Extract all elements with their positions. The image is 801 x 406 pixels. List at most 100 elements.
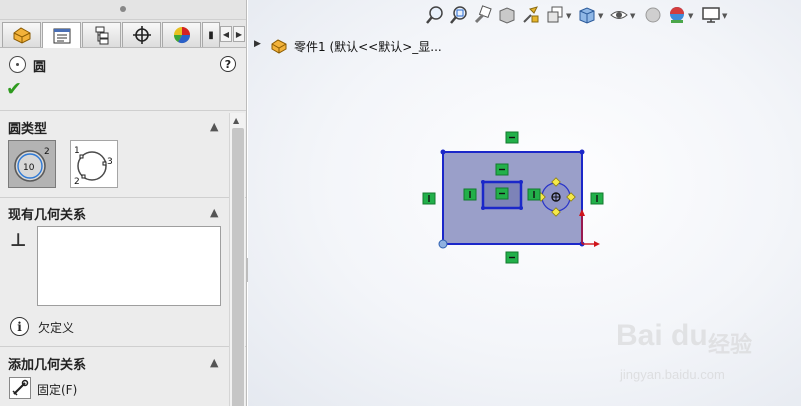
center-circle-icon: 10 2 xyxy=(14,147,50,182)
chevron-down-icon[interactable]: ▼ xyxy=(688,12,693,20)
view-settings-icon xyxy=(702,7,720,23)
edit-appearance-button[interactable] xyxy=(642,3,664,27)
previous-view-icon xyxy=(474,5,492,24)
panel-scrollbar[interactable]: ▲ xyxy=(229,113,245,406)
relation-vertical-icon[interactable] xyxy=(463,188,477,201)
display-pie-icon xyxy=(173,27,190,44)
view-orientation-button[interactable] xyxy=(544,3,566,27)
section-view-button[interactable] xyxy=(496,3,518,27)
crosshair-icon xyxy=(132,26,151,44)
sketch-point[interactable] xyxy=(481,206,485,210)
group-add-relations-header[interactable]: 添加几何关系 ▲ xyxy=(0,350,228,374)
view-settings-button[interactable] xyxy=(700,3,722,27)
info-icon: i xyxy=(10,317,29,336)
relation-horizontal-icon[interactable] xyxy=(495,163,509,176)
definition-status: 欠定义 xyxy=(38,321,75,335)
scroll-up-icon: ▲ xyxy=(233,116,240,125)
apply-scene-button[interactable] xyxy=(666,3,688,27)
zoom-to-fit-button[interactable] xyxy=(424,3,446,27)
chevron-down-icon[interactable]: ▼ xyxy=(598,12,603,20)
manager-tabs: ▮ ◀ ▶ xyxy=(0,20,246,48)
circle-feature-icon xyxy=(9,56,26,73)
relation-vertical-icon[interactable] xyxy=(527,188,541,201)
center-circle-label-a: 10 xyxy=(23,163,35,173)
anchor-fix-icon xyxy=(12,379,29,396)
dynamic-annotation-icon xyxy=(523,6,539,23)
fix-relation-icon[interactable] xyxy=(9,377,31,399)
relation-horizontal-icon[interactable] xyxy=(495,187,509,200)
tab-overflow[interactable]: ▮ xyxy=(202,22,220,47)
sketch-origin-icon xyxy=(579,209,600,247)
ok-check-icon[interactable]: ✔ xyxy=(6,79,22,99)
chevron-right-icon: ▶ xyxy=(235,29,243,39)
hide-show-button[interactable] xyxy=(608,3,630,27)
configuration-icon xyxy=(95,26,108,45)
part-name: 零件1 (默认<<默认>_显... xyxy=(294,40,442,54)
feature-title: 圆 xyxy=(33,60,47,75)
tab-display-manager[interactable] xyxy=(162,22,201,47)
tab-property-manager[interactable] xyxy=(42,22,81,48)
perimeter-label-2: 2 xyxy=(74,177,80,186)
watermark-url: jingyan.baidu.com xyxy=(620,367,725,382)
tab-dimxpert-manager[interactable] xyxy=(122,22,161,47)
fix-relation-label[interactable]: 固定(F) xyxy=(37,381,77,398)
watermark-cn: 经验 xyxy=(708,333,753,358)
chevron-left-icon: ◀ xyxy=(222,29,230,39)
graphics-area[interactable]: ▼ ▼ ▼ ▼ ▼ ▶ 零件1 (默认<<默认>_显... Bai du 经验 … xyxy=(248,0,801,406)
grip-dot-icon xyxy=(120,6,126,12)
previous-view-button[interactable] xyxy=(472,3,494,27)
perimeter-label-3: 3 xyxy=(107,157,113,167)
sketch-point[interactable] xyxy=(519,206,523,210)
panel-grip[interactable] xyxy=(0,0,246,20)
view-orientation-icon xyxy=(547,6,563,23)
feature-title-row: 圆 ? xyxy=(0,50,246,78)
display-style-icon xyxy=(579,7,595,24)
tab-overflow-icon: ▮ xyxy=(208,29,214,41)
sketch-point[interactable] xyxy=(519,180,523,184)
edit-appearance-icon xyxy=(645,7,661,23)
relation-horizontal-icon[interactable] xyxy=(505,251,519,264)
sketch-point[interactable] xyxy=(481,180,485,184)
tab-configuration-manager[interactable] xyxy=(82,22,121,47)
watermark-brand: Bai du xyxy=(616,319,708,352)
group-existing-relations-header[interactable]: 现有几何关系 ▲ xyxy=(0,200,228,224)
group-circle-type-header[interactable]: 圆类型 ▲ xyxy=(0,114,228,138)
scrollbar-thumb[interactable] xyxy=(232,128,244,406)
relation-vertical-icon[interactable] xyxy=(422,192,436,205)
chevron-down-icon[interactable]: ▼ xyxy=(630,12,635,20)
collapse-caret-icon: ▲ xyxy=(210,356,219,369)
tab-feature-manager[interactable] xyxy=(2,22,41,47)
collapse-caret-icon: ▲ xyxy=(210,120,219,133)
tab-scroll-left[interactable]: ◀ xyxy=(220,26,232,42)
sketch-canvas[interactable] xyxy=(408,120,608,280)
zoom-to-fit-icon xyxy=(426,6,443,24)
perimeter-circle-type-button[interactable]: 1 2 3 xyxy=(70,140,118,188)
dynamic-annotation-button[interactable] xyxy=(520,3,542,27)
relation-horizontal-icon[interactable] xyxy=(505,131,519,144)
display-style-button[interactable] xyxy=(576,3,598,27)
collapse-caret-icon: ▲ xyxy=(210,206,219,219)
sketch-point[interactable] xyxy=(438,239,448,249)
apply-scene-icon xyxy=(670,7,684,23)
divider xyxy=(0,346,246,347)
existing-relations-list[interactable] xyxy=(37,226,221,306)
property-list-icon xyxy=(53,28,70,43)
divider xyxy=(0,110,246,111)
divider xyxy=(0,197,246,198)
zoom-to-area-icon xyxy=(450,6,467,24)
chevron-down-icon[interactable]: ▼ xyxy=(566,12,571,20)
group-circle-type-label: 圆类型 xyxy=(8,122,48,137)
hide-show-icon xyxy=(610,11,628,19)
sketch-point[interactable] xyxy=(579,149,585,155)
group-existing-relations-label: 现有几何关系 xyxy=(8,208,87,223)
sketch-point[interactable] xyxy=(440,149,446,155)
tab-scroll-right[interactable]: ▶ xyxy=(233,26,245,42)
perimeter-circle-icon: 1 2 3 xyxy=(74,146,113,186)
help-icon[interactable]: ? xyxy=(220,56,236,72)
center-circle-type-button[interactable]: 10 2 xyxy=(8,140,56,188)
zoom-to-area-button[interactable] xyxy=(448,3,470,27)
expand-arrow-icon[interactable]: ▶ xyxy=(254,39,261,49)
feature-tree-icon xyxy=(13,27,30,44)
relation-vertical-icon[interactable] xyxy=(590,192,604,205)
chevron-down-icon[interactable]: ▼ xyxy=(722,12,727,20)
